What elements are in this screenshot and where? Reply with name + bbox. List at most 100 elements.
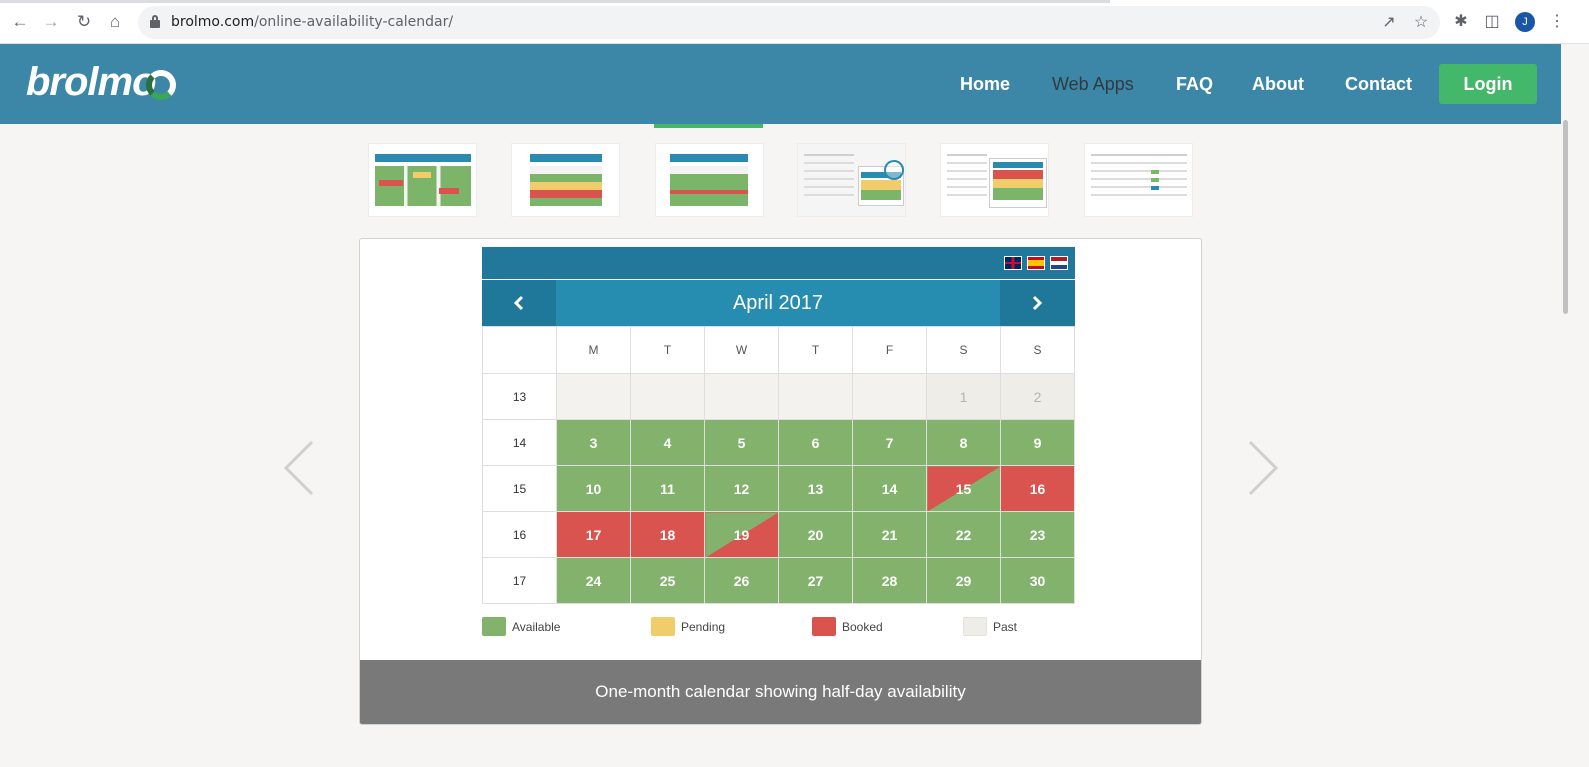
thumbnail-1[interactable]: [368, 143, 477, 217]
calendar-week-row: 13 1 2: [482, 373, 1075, 420]
home-icon[interactable]: ⌂: [104, 11, 126, 33]
brolmo-logo[interactable]: brolmo: [26, 60, 157, 105]
week-number: 14: [482, 419, 557, 466]
legend-label: Pending: [681, 620, 726, 634]
logo-ring-icon: [146, 70, 176, 100]
calendar-day-cell[interactable]: 17: [556, 511, 631, 558]
calendar-day-cell[interactable]: 8: [926, 419, 1001, 466]
calendar-week-row: 14 3 4 5 6 7 8 9: [482, 419, 1075, 466]
weekday-header: S: [1000, 326, 1075, 374]
legend-label: Past: [993, 620, 1018, 634]
thumbnail-5[interactable]: [940, 143, 1049, 217]
reload-icon[interactable]: ↻: [73, 11, 95, 33]
side-panel-icon[interactable]: ◫: [1481, 11, 1503, 33]
calendar-day-cell[interactable]: 19: [704, 511, 779, 558]
calendar-day-cell[interactable]: 23: [1000, 511, 1075, 558]
avatar[interactable]: J: [1515, 12, 1535, 32]
calendar-day-cell[interactable]: 20: [778, 511, 853, 558]
calendar-day-cell[interactable]: 13: [778, 465, 853, 512]
nav-contact[interactable]: Contact: [1345, 74, 1412, 95]
weekday-header: T: [630, 326, 705, 374]
legend-swatch-past: [963, 617, 987, 636]
calendar-day-cell[interactable]: 27: [778, 557, 853, 604]
tab-strip-edge: [0, 0, 1110, 3]
calendar-week-row: 16 17 18 19 20 21 22 23: [482, 511, 1075, 558]
extensions-icon[interactable]: ✱: [1450, 11, 1472, 33]
prev-month-button[interactable]: [482, 280, 556, 326]
calendar-day-cell[interactable]: 10: [556, 465, 631, 512]
calendar-day-cell: [852, 373, 927, 420]
calendar-day-cell[interactable]: 2: [1000, 373, 1075, 420]
calendar-day-cell[interactable]: 28: [852, 557, 927, 604]
lock-icon[interactable]: [150, 15, 160, 28]
nav-faq[interactable]: FAQ: [1176, 74, 1213, 95]
thumbnail-6[interactable]: [1084, 143, 1193, 217]
weekday-header: F: [852, 326, 927, 374]
calendar-day-cell[interactable]: 29: [926, 557, 1001, 604]
legend-swatch-pending: [651, 617, 675, 636]
calendar-week-row: 17 24 25 26 27 28 29 30: [482, 557, 1075, 604]
calendar-day-cell[interactable]: 25: [630, 557, 705, 604]
calendar-day-cell[interactable]: 1: [926, 373, 1001, 420]
calendar-header: April 2017: [482, 280, 1075, 326]
calendar-day-cell[interactable]: 5: [704, 419, 779, 466]
calendar-day-cell[interactable]: 30: [1000, 557, 1075, 604]
thumbnail-4[interactable]: [797, 143, 906, 217]
week-number: 15: [482, 465, 557, 512]
legend-label: Booked: [842, 620, 883, 634]
calendar-day-cell[interactable]: 6: [778, 419, 853, 466]
star-icon[interactable]: ☆: [1410, 12, 1432, 34]
scrollbar-thumb[interactable]: [1563, 120, 1568, 314]
url-path: /online-availability-calendar/: [254, 14, 454, 30]
calendar-day-cell[interactable]: 24: [556, 557, 631, 604]
week-number: 17: [482, 557, 557, 604]
next-month-button[interactable]: [1000, 280, 1075, 326]
legend-swatch-available: [482, 617, 506, 636]
chevron-left-icon: [513, 295, 524, 311]
calendar-legend: Available Pending Booked Past: [482, 617, 1075, 639]
calendar-day-cell[interactable]: 14: [852, 465, 927, 512]
thumbnail-2[interactable]: [511, 143, 620, 217]
nav-home[interactable]: Home: [960, 74, 1010, 95]
thumbnail-3[interactable]: [655, 143, 764, 217]
nav-about[interactable]: About: [1252, 74, 1304, 95]
calendar-day-cell[interactable]: 15: [926, 465, 1001, 512]
calendar-day-cell[interactable]: 18: [630, 511, 705, 558]
calendar-day-cell[interactable]: 4: [630, 419, 705, 466]
calendar-day-cell[interactable]: 7: [852, 419, 927, 466]
login-button[interactable]: Login: [1439, 64, 1537, 104]
weekday-header: S: [926, 326, 1001, 374]
weekday-header: T: [778, 326, 853, 374]
slider-prev-arrow-icon[interactable]: [280, 438, 320, 498]
calendar-day-cell[interactable]: 3: [556, 419, 631, 466]
calendar-day-cell[interactable]: 11: [630, 465, 705, 512]
netherlands-flag-icon[interactable]: [1050, 256, 1068, 270]
calendar-day-cell[interactable]: 16: [1000, 465, 1075, 512]
calendar-day-cell[interactable]: 12: [704, 465, 779, 512]
calendar-day-cell[interactable]: 21: [852, 511, 927, 558]
week-number: 13: [482, 373, 557, 420]
legend-label: Available: [512, 620, 561, 634]
share-icon[interactable]: ↗: [1378, 12, 1400, 34]
slider-next-arrow-icon[interactable]: [1242, 438, 1282, 498]
menu-icon[interactable]: ⋮: [1549, 11, 1565, 33]
address-bar[interactable]: brolmo.com/online-availability-calendar/…: [138, 6, 1440, 39]
month-title: April 2017: [732, 292, 824, 314]
uk-flag-icon[interactable]: [1004, 256, 1022, 270]
active-thumbnail-indicator: [654, 124, 763, 128]
calendar-grid: M T W T F S S 13 1 2 14 3 4 5 6 7 8 9 15 10 11 12 13 14 1…: [482, 326, 1075, 604]
calendar-day-cell[interactable]: 9: [1000, 419, 1075, 466]
weekday-header-row: M T W T F S S: [482, 326, 1075, 374]
calendar-top-bar: [482, 247, 1075, 279]
forward-icon[interactable]: →: [40, 11, 62, 33]
calendar-day-cell[interactable]: 22: [926, 511, 1001, 558]
calendar-day-cell[interactable]: 26: [704, 557, 779, 604]
calendar-day-cell: [778, 373, 853, 420]
nav-web-apps[interactable]: Web Apps: [1052, 74, 1134, 95]
back-icon[interactable]: ←: [9, 11, 31, 33]
calendar-day-cell: [630, 373, 705, 420]
page-scrollbar[interactable]: [1561, 44, 1589, 767]
url-host: brolmo.com: [171, 14, 255, 30]
spain-flag-icon[interactable]: [1027, 256, 1045, 270]
week-number: 16: [482, 511, 557, 558]
